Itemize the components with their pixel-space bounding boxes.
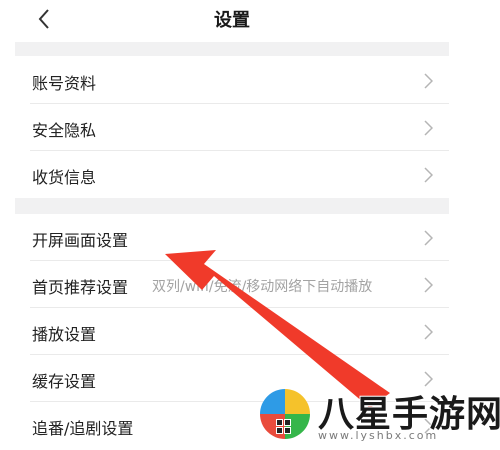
row-divider <box>30 307 449 308</box>
settings-item-playback[interactable]: 播放设置 <box>15 309 449 355</box>
settings-item-shipping-info[interactable]: 收货信息 <box>15 152 449 198</box>
chevron-right-icon <box>424 120 433 136</box>
settings-item-security-privacy[interactable]: 安全隐私 <box>15 105 449 151</box>
settings-item-account-profile[interactable]: 账号资料 <box>15 58 449 104</box>
watermark-logo-icon <box>260 389 310 439</box>
settings-item-label: 首页推荐设置 <box>32 278 129 297</box>
settings-item-label: 缓存设置 <box>32 372 97 391</box>
settings-item-label: 追番/追剧设置 <box>32 419 134 438</box>
chevron-right-icon <box>424 73 433 89</box>
settings-item-label: 收货信息 <box>32 168 97 187</box>
page-title: 设置 <box>214 10 250 31</box>
section-divider <box>15 42 449 56</box>
settings-item-label: 播放设置 <box>32 325 97 344</box>
chevron-right-icon <box>424 324 433 340</box>
row-divider <box>30 103 449 104</box>
settings-item-value: 双列/wifi/免流/移动网络下自动播放 <box>152 279 373 295</box>
settings-item-label: 开屏画面设置 <box>32 231 129 250</box>
watermark-url-text: www.lyshbx.com <box>318 429 439 442</box>
top-nav-bar: 设置 <box>15 0 449 42</box>
settings-item-splash-screen[interactable]: 开屏画面设置 <box>15 215 449 261</box>
settings-page: 设置 账号资料 安全隐私 收货信息 开屏画面设置 首页推荐设置 双列/wifi/… <box>0 0 500 450</box>
settings-item-label: 账号资料 <box>32 74 97 93</box>
settings-item-home-recommend[interactable]: 首页推荐设置 双列/wifi/免流/移动网络下自动播放 <box>15 262 449 308</box>
row-divider <box>30 354 449 355</box>
site-watermark: 八星手游网 www.lyshbx.com <box>252 381 500 449</box>
chevron-right-icon <box>424 277 433 293</box>
chevron-right-icon <box>424 167 433 183</box>
section-divider <box>15 198 449 214</box>
row-divider <box>30 260 449 261</box>
chevron-right-icon <box>424 230 433 246</box>
settings-item-label: 安全隐私 <box>32 121 97 140</box>
row-divider <box>30 150 449 151</box>
